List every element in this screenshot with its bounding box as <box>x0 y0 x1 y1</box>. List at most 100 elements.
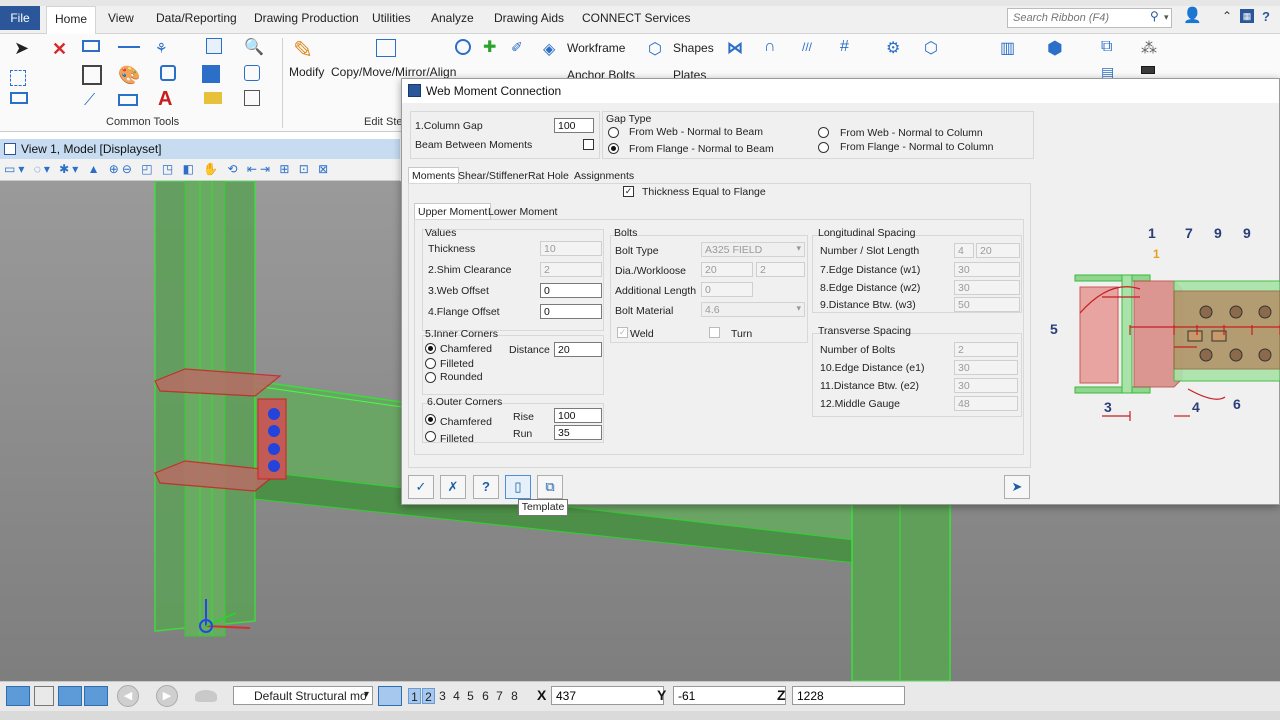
grid-icon[interactable] <box>244 90 260 106</box>
thickness-equal-checkbox[interactable]: ✓ <box>623 186 634 197</box>
element-select-icon[interactable] <box>82 40 100 52</box>
add-shape-icon[interactable]: ✚ <box>483 37 499 56</box>
pencil-icon[interactable]: ✎ <box>293 36 319 64</box>
ok-button[interactable]: ✓ <box>408 475 434 499</box>
tab-shear-stiffener[interactable]: Shear/Stiffener <box>455 168 531 184</box>
dropdown-icon[interactable]: ▾ <box>1164 12 1169 23</box>
shapes-button[interactable]: Shapes <box>673 41 714 55</box>
find-icon[interactable]: 🔍 <box>244 37 264 56</box>
chevron-up-icon[interactable]: ⌃ <box>1222 9 1232 23</box>
template-button[interactable]: ▯ <box>505 475 531 499</box>
modify-button[interactable]: Modify <box>289 65 324 79</box>
view-number-5[interactable]: 5 <box>464 688 477 704</box>
info-icon[interactable] <box>244 65 260 81</box>
next-button[interactable]: ➤ <box>1004 475 1030 499</box>
hat-icon[interactable] <box>195 690 217 702</box>
text-icon[interactable]: A <box>158 88 174 110</box>
ribbon-search-input[interactable] <box>1007 8 1172 28</box>
help-button[interactable]: ? <box>473 475 499 499</box>
cancel-button[interactable]: ✗ <box>440 475 466 499</box>
thickness-input[interactable] <box>540 241 602 256</box>
search-icon[interactable]: ⚲ <box>1150 9 1159 23</box>
back-arrow-icon[interactable]: ◀ <box>117 685 139 707</box>
number-input[interactable] <box>954 243 974 258</box>
x-coord-input[interactable] <box>551 686 664 705</box>
document-icon[interactable] <box>206 38 222 54</box>
view-number-2[interactable]: 2 <box>422 688 435 704</box>
measure-icon[interactable] <box>82 65 102 85</box>
tree-icon[interactable]: ⚘ <box>155 40 171 56</box>
app-menu-icon[interactable]: ▦ <box>1240 9 1254 23</box>
rectangle-icon[interactable] <box>118 94 138 106</box>
turn-checkbox[interactable] <box>709 327 720 338</box>
distance-w3-input[interactable] <box>954 297 1020 312</box>
network-icon[interactable]: ⁂ <box>1141 38 1157 57</box>
tab-drawing-production[interactable]: Drawing Production <box>248 8 365 28</box>
edge-e1-input[interactable] <box>954 360 1018 375</box>
z-coord-input[interactable] <box>792 686 905 705</box>
run-input[interactable] <box>554 425 602 440</box>
tab-data-reporting[interactable]: Data/Reporting <box>150 8 243 28</box>
tab-utilities[interactable]: Utilities <box>366 8 417 28</box>
battery-icon[interactable] <box>1141 66 1155 74</box>
phone-icon[interactable] <box>160 65 176 81</box>
pillar-icon[interactable]: ▥ <box>1000 38 1016 57</box>
column-gap-input[interactable] <box>554 118 594 133</box>
copy-move-icon[interactable] <box>376 39 396 57</box>
layers-icon[interactable] <box>204 92 222 104</box>
web-offset-input[interactable] <box>540 283 602 298</box>
help-icon[interactable]: ? <box>1262 9 1270 24</box>
shapes-icon[interactable]: ⬡ <box>648 39 664 58</box>
weld-checkbox[interactable]: ✓ <box>617 327 628 338</box>
forward-arrow-icon[interactable]: ▶ <box>156 685 178 707</box>
move-icon[interactable] <box>10 70 26 86</box>
workframe-icon[interactable]: ◈ <box>543 39 559 58</box>
additional-length-input[interactable] <box>701 282 753 297</box>
frame-icon[interactable]: ⧉ <box>1101 38 1117 55</box>
outer-filleted-radio[interactable] <box>425 431 436 442</box>
tab-view[interactable]: View <box>102 8 140 28</box>
palette-icon[interactable]: 🎨 <box>118 65 140 85</box>
workframe-button[interactable]: Workframe <box>567 41 625 55</box>
y-coord-input[interactable] <box>673 686 786 705</box>
truss-icon[interactable]: /// <box>802 40 818 56</box>
tab-drawing-aids[interactable]: Drawing Aids <box>488 8 570 28</box>
cube-3d-icon[interactable]: ⬢ <box>1047 38 1063 58</box>
snap-icon-1[interactable] <box>6 686 30 706</box>
tab-rat-hole[interactable]: Rat Hole <box>525 168 572 184</box>
shim-clearance-input[interactable] <box>540 262 602 277</box>
tab-file[interactable]: File <box>0 6 40 30</box>
view-number-3[interactable]: 3 <box>436 688 449 704</box>
views-icon[interactable] <box>378 686 402 706</box>
tab-analyze[interactable]: Analyze <box>425 8 480 28</box>
tab-moments[interactable]: Moments <box>408 167 460 183</box>
middle-gauge-input[interactable] <box>954 396 1018 411</box>
dia-input[interactable] <box>701 262 753 277</box>
view-number-4[interactable]: 4 <box>450 688 463 704</box>
view-number-1[interactable]: 1 <box>408 688 421 704</box>
tab-connect-services[interactable]: CONNECT Services <box>576 8 696 28</box>
radio-flange-normal-column[interactable] <box>818 142 829 153</box>
stack-icon[interactable] <box>10 92 28 104</box>
edge-w2-input[interactable] <box>954 280 1020 295</box>
dialog-title-bar[interactable]: Web Moment Connection <box>402 79 1279 103</box>
view-number-8[interactable]: 8 <box>508 688 521 704</box>
tab-upper-moment[interactable]: Upper Moment <box>414 203 492 219</box>
radio-flange-normal-beam[interactable] <box>608 143 619 154</box>
copy-template-button[interactable]: ⧉ <box>537 475 563 499</box>
outer-chamfered-radio[interactable] <box>425 414 436 425</box>
slot-length-input[interactable] <box>976 243 1020 258</box>
bolt-type-select[interactable]: A325 FIELD <box>701 242 805 257</box>
select-arrow-icon[interactable]: ➤ <box>14 39 30 57</box>
bolt-material-select[interactable]: 4.6 <box>701 302 805 317</box>
tab-lower-moment[interactable]: Lower Moment <box>485 204 560 220</box>
flange-offset-input[interactable] <box>540 304 602 319</box>
inner-filleted-radio[interactable] <box>425 358 436 369</box>
view-number-6[interactable]: 6 <box>479 688 492 704</box>
copy-move-button[interactable]: Copy/Move/Mirror/Align <box>331 65 456 79</box>
distance-e2-input[interactable] <box>954 378 1018 393</box>
line-tool-icon[interactable] <box>118 46 140 48</box>
snap-icon-2[interactable] <box>34 686 54 706</box>
palette-2-icon[interactable] <box>455 39 471 55</box>
number-of-bolts-input[interactable] <box>954 342 1018 357</box>
